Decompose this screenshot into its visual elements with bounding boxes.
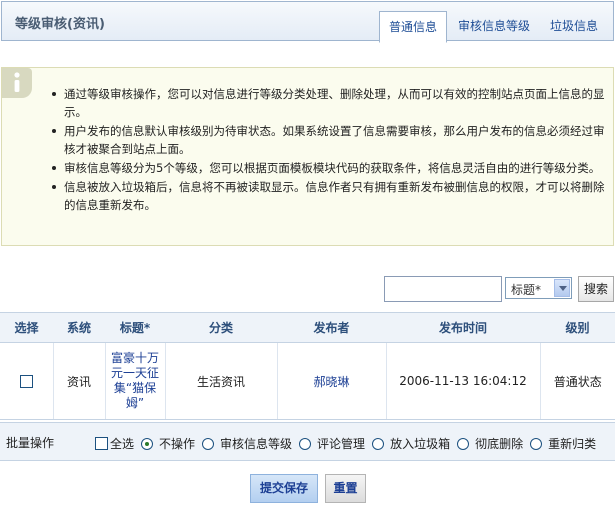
radio-comments[interactable] <box>299 437 312 450</box>
col-select: 选择 <box>0 312 53 343</box>
batch-option-label: 彻底删除 <box>475 437 524 451</box>
info-table: 选择 系统 标题* 分类 发布者 发布时间 级别 资讯 富豪十万元一天征集“猫保… <box>0 312 615 420</box>
select-all-checkbox[interactable] <box>95 437 108 450</box>
batch-label: 批量操作 <box>6 436 55 450</box>
col-system: 系统 <box>53 312 105 343</box>
batch-option-trash[interactable]: 放入垃圾箱 <box>372 435 450 452</box>
row-title-cell: 富豪十万元一天征集“猫保姆” <box>105 342 166 420</box>
info-item: 审核信息等级分为5个等级，您可以根据页面模板模块代码的获取条件，将信息灵活自由的… <box>52 159 607 177</box>
table-row: 资讯 富豪十万元一天征集“猫保姆” 生活资讯 郝晓琳 2006-11-13 16… <box>0 342 615 420</box>
radio-delete[interactable] <box>457 437 470 450</box>
batch-option-label: 评论管理 <box>317 437 366 451</box>
select-all-label: 全选 <box>110 437 135 451</box>
col-level: 级别 <box>540 312 615 343</box>
info-item: 用户发布的信息默认审核级别为待审状态。如果系统设置了信息需要审核，那么用户发布的… <box>52 122 607 158</box>
table-header-row: 选择 系统 标题* 分类 发布者 发布时间 级别 <box>0 312 615 343</box>
row-level: 普通状态 <box>540 342 615 420</box>
info-item: 信息被放入垃圾箱后，信息将不再被读取显示。信息作者只有拥有重新发布被删信息的权限… <box>52 178 607 214</box>
search-field-value: 标题* <box>511 283 542 297</box>
col-title[interactable]: 标题* <box>105 312 165 343</box>
batch-option-label: 不操作 <box>159 437 196 451</box>
reset-button[interactable]: 重置 <box>325 474 366 503</box>
batch-operations-bar: 批量操作 全选 不操作 审核信息等级 评论管理 放入垃圾箱 彻底删除 重新归类 <box>0 422 615 461</box>
select-all-option[interactable]: 全选 <box>95 435 134 452</box>
search-input[interactable] <box>384 276 502 302</box>
chevron-down-icon[interactable] <box>554 279 570 297</box>
batch-option-label: 重新归类 <box>548 437 597 451</box>
batch-option-label: 审核信息等级 <box>220 437 293 451</box>
batch-option-none[interactable]: 不操作 <box>141 435 195 452</box>
row-publisher-cell: 郝晓琳 <box>277 342 387 420</box>
row-select-cell <box>0 342 54 420</box>
radio-review-level[interactable] <box>202 437 215 450</box>
info-list: 通过等级审核操作，您可以对信息进行等级分类处理、删除处理，从而可以有效的控制站点… <box>52 85 607 215</box>
page-header: 等级审核(资讯) 普通信息 审核信息等级 垃圾信息 <box>1 1 614 43</box>
radio-none[interactable] <box>141 437 154 450</box>
batch-option-label: 放入垃圾箱 <box>390 437 451 451</box>
radio-reclassify[interactable] <box>530 437 543 450</box>
page-title: 等级审核(资讯) <box>15 17 105 32</box>
batch-option-reclassify[interactable]: 重新归类 <box>530 435 596 452</box>
col-category: 分类 <box>165 312 277 343</box>
info-icon <box>2 68 32 98</box>
row-category: 生活资讯 <box>165 342 278 420</box>
batch-option-delete[interactable]: 彻底删除 <box>457 435 523 452</box>
search-button[interactable]: 搜索 <box>578 276 614 302</box>
row-title-link[interactable]: 富豪十万元一天征集“猫保姆” <box>109 351 161 411</box>
tab-normal-info[interactable]: 普通信息 <box>378 11 447 43</box>
info-panel: 通过等级审核操作，您可以对信息进行等级分类处理、删除处理，从而可以有效的控制站点… <box>1 67 614 246</box>
row-time: 2006-11-13 16:04:12 <box>386 342 541 420</box>
row-system: 资讯 <box>53 342 106 420</box>
col-time: 发布时间 <box>386 312 540 343</box>
tab-trash[interactable]: 垃圾信息 <box>541 11 607 42</box>
batch-option-review-level[interactable]: 审核信息等级 <box>202 435 292 452</box>
row-checkbox[interactable] <box>19 375 33 388</box>
row-publisher-link[interactable]: 郝晓琳 <box>313 375 349 389</box>
col-publisher: 发布者 <box>277 312 386 343</box>
batch-option-comments[interactable]: 评论管理 <box>299 435 365 452</box>
submit-save-button[interactable]: 提交保存 <box>250 474 318 503</box>
info-item: 通过等级审核操作，您可以对信息进行等级分类处理、删除处理，从而可以有效的控制站点… <box>52 85 607 121</box>
radio-trash[interactable] <box>372 437 385 450</box>
tab-bar: 普通信息 审核信息等级 垃圾信息 <box>377 11 607 43</box>
tab-review-level[interactable]: 审核信息等级 <box>449 11 539 42</box>
batch-options: 全选 不操作 审核信息等级 评论管理 放入垃圾箱 彻底删除 重新归类 <box>95 435 603 452</box>
search-field-select[interactable]: 标题* <box>505 277 572 299</box>
